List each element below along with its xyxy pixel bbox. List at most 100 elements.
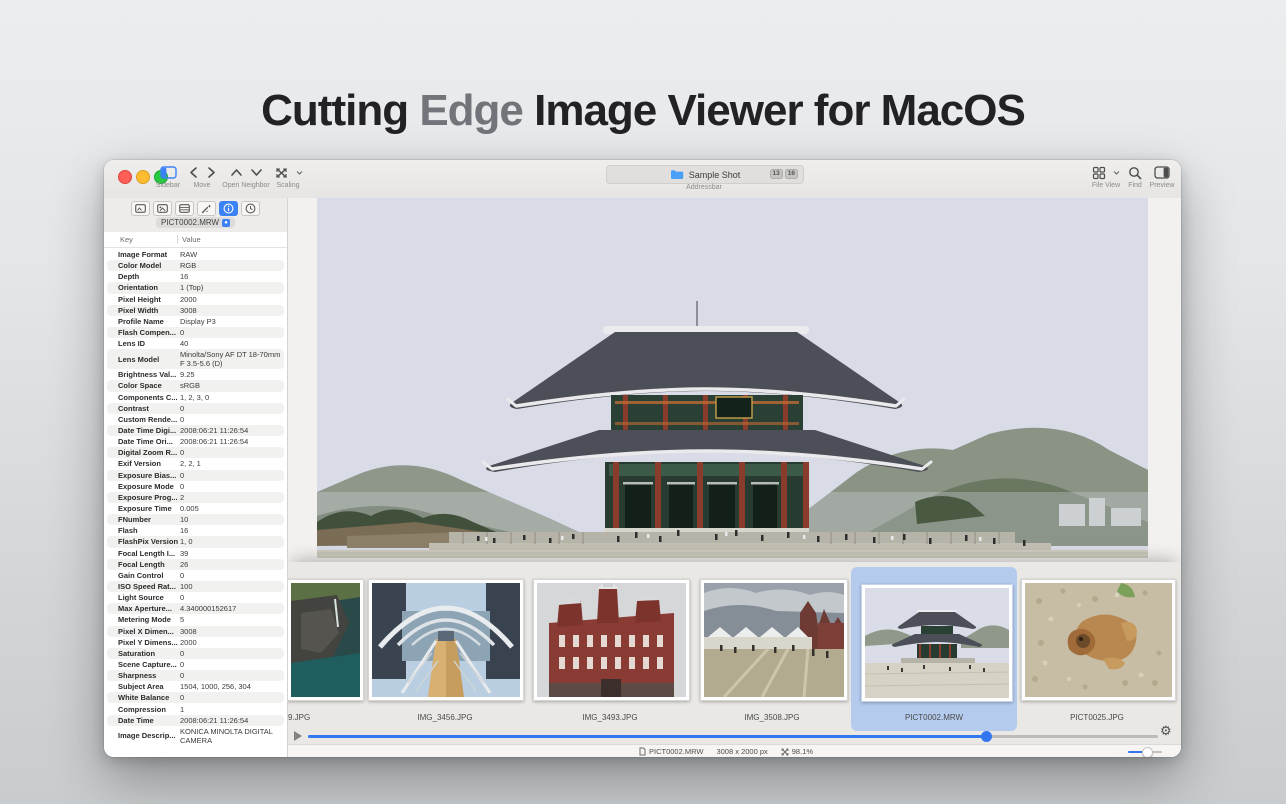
meta-key: Exposure Bias...	[118, 471, 180, 480]
thumbnail-label: IMG_3456.JPG	[375, 713, 515, 722]
meta-key: Sharpness	[118, 671, 180, 680]
filmstrip-slider-knob[interactable]	[981, 731, 992, 742]
museum-thumbnail-graphic	[537, 583, 686, 697]
meta-key: Focal Length	[118, 560, 180, 569]
status-filename: PICT0002.MRW	[649, 747, 703, 756]
scaling-icon	[274, 166, 289, 180]
addressbar-badge-1: 13	[770, 169, 783, 179]
table-row: ISO Speed Rat... 100	[107, 581, 284, 592]
meta-key: Image Format	[118, 250, 180, 259]
metadata-sidebar: PICT0002.MRW ● Key Value Image Format RA…	[104, 198, 288, 757]
meta-value: sRGB	[180, 380, 284, 391]
meta-value: 1, 0	[180, 536, 284, 547]
file-view-label: File View	[1092, 182, 1120, 189]
tab-list[interactable]	[175, 201, 194, 216]
thumbnail-museum[interactable]	[533, 579, 690, 701]
sidebar-button-label: Sidebar	[156, 182, 180, 189]
addressbar-folder-name: Sample Shot	[689, 170, 741, 180]
meta-value: 4.340000152617	[180, 603, 284, 614]
thumbnail-bridge[interactable]	[368, 579, 524, 701]
meta-value: 0.005	[180, 503, 284, 514]
meta-key: Subject Area	[118, 682, 180, 691]
meta-value: 16	[180, 271, 284, 282]
close-window-button[interactable]	[118, 170, 132, 184]
grid-view-icon	[1092, 166, 1106, 180]
meta-key: Scene Capture...	[118, 660, 180, 669]
meta-value: 100	[180, 581, 284, 592]
meta-key: Custom Rende...	[118, 415, 180, 424]
tab-adjust[interactable]	[197, 201, 216, 216]
table-row: Metering Mode 5	[107, 614, 284, 625]
table-row: Image Format RAW	[107, 249, 284, 260]
chevron-down-small-icon	[1113, 169, 1120, 176]
meta-value: 2008:06:21 11:26:54	[180, 436, 284, 447]
meta-key: Lens Model	[118, 355, 180, 364]
meta-value: 2008:06:21 11:26:54	[180, 715, 284, 726]
table-row: Profile Name Display P3	[107, 316, 284, 327]
meta-key: Depth	[118, 272, 180, 281]
chevron-down-small-icon	[296, 169, 303, 176]
meta-key: Compression	[118, 705, 180, 714]
meta-key: Image Descrip...	[118, 731, 180, 740]
tab-photos[interactable]	[153, 201, 172, 216]
meta-value: 9.25	[180, 369, 284, 380]
square-thumbnail-graphic	[704, 583, 844, 697]
open-neighbor-buttons[interactable]: Open Neighbor	[222, 164, 270, 189]
addressbar[interactable]: Sample Shot 13 16	[606, 165, 804, 184]
current-file-pill[interactable]: PICT0002.MRW ●	[104, 217, 287, 228]
thumbnail-puppies[interactable]	[1021, 579, 1176, 701]
sidebar-tab-bar	[104, 201, 287, 216]
meta-key: Brightness Val...	[118, 370, 180, 379]
wand-icon	[201, 204, 212, 214]
palace-photo-graphic	[317, 198, 1148, 558]
meta-value: 0	[180, 481, 284, 492]
meta-value: 0	[180, 648, 284, 659]
meta-key: White Balance	[118, 693, 180, 702]
thumbnail-label: 9.JPG	[288, 713, 328, 722]
table-row: White Balance 0	[107, 692, 284, 703]
gear-icon[interactable]: ⚙	[1160, 724, 1172, 738]
meta-value: 2000	[180, 637, 284, 648]
photo-icon	[157, 204, 168, 213]
meta-value: 10	[180, 514, 284, 525]
sidebar-header: PICT0002.MRW ●	[104, 198, 287, 233]
clock-icon	[245, 203, 256, 214]
preview-button-label: Preview	[1150, 182, 1175, 189]
meta-value: 0	[180, 327, 284, 338]
scaling-button[interactable]: Scaling	[268, 164, 308, 189]
metadata-table-body: Image Format RAW Color Model RGB Depth 1…	[104, 249, 287, 757]
search-icon	[1128, 166, 1142, 180]
thumbnail-cliff[interactable]	[287, 579, 364, 701]
meta-value: 1	[180, 704, 284, 715]
meta-value: 3008	[180, 626, 284, 637]
meta-value: Minolta/Sony AF DT 18-70mm F 3.5-5.6 (D)	[180, 349, 284, 369]
bridge-thumbnail-graphic	[372, 583, 520, 697]
play-slideshow-button[interactable]	[294, 731, 302, 741]
table-row: Scene Capture... 0	[107, 659, 284, 670]
preview-button[interactable]: Preview	[1144, 164, 1180, 189]
thumbnail-palace-selected[interactable]	[861, 584, 1013, 702]
meta-key: FNumber	[118, 515, 180, 524]
thumbnail-square[interactable]	[700, 579, 848, 701]
table-row: Exif Version 2, 2, 1	[107, 458, 284, 469]
meta-key: Date Time	[118, 716, 180, 725]
chevron-right-icon	[206, 166, 217, 179]
table-row: Exposure Time 0.005	[107, 503, 284, 514]
meta-value: 5	[180, 614, 284, 625]
tab-history[interactable]	[241, 201, 260, 216]
meta-value: 2008:06:21 11:26:54	[180, 425, 284, 436]
tab-info[interactable]	[219, 201, 238, 216]
meta-key: Digital Zoom R...	[118, 448, 180, 457]
meta-value: 26	[180, 559, 284, 570]
move-buttons[interactable]: Move	[182, 164, 222, 189]
table-row: Pixel Y Dimens... 2000	[107, 637, 284, 648]
main-image-gyeongbokgung[interactable]	[317, 198, 1148, 558]
meta-key: FlashPix Version	[118, 537, 180, 546]
meta-key: Components C...	[118, 393, 180, 402]
table-row: Pixel X Dimen... 3008	[107, 626, 284, 637]
thumbnail-size-slider-knob[interactable]	[1142, 747, 1153, 757]
tab-folders[interactable]	[131, 201, 150, 216]
addressbar-badge-2: 16	[785, 169, 798, 179]
find-button-label: Find	[1128, 182, 1142, 189]
meta-key: Pixel Height	[118, 295, 180, 304]
